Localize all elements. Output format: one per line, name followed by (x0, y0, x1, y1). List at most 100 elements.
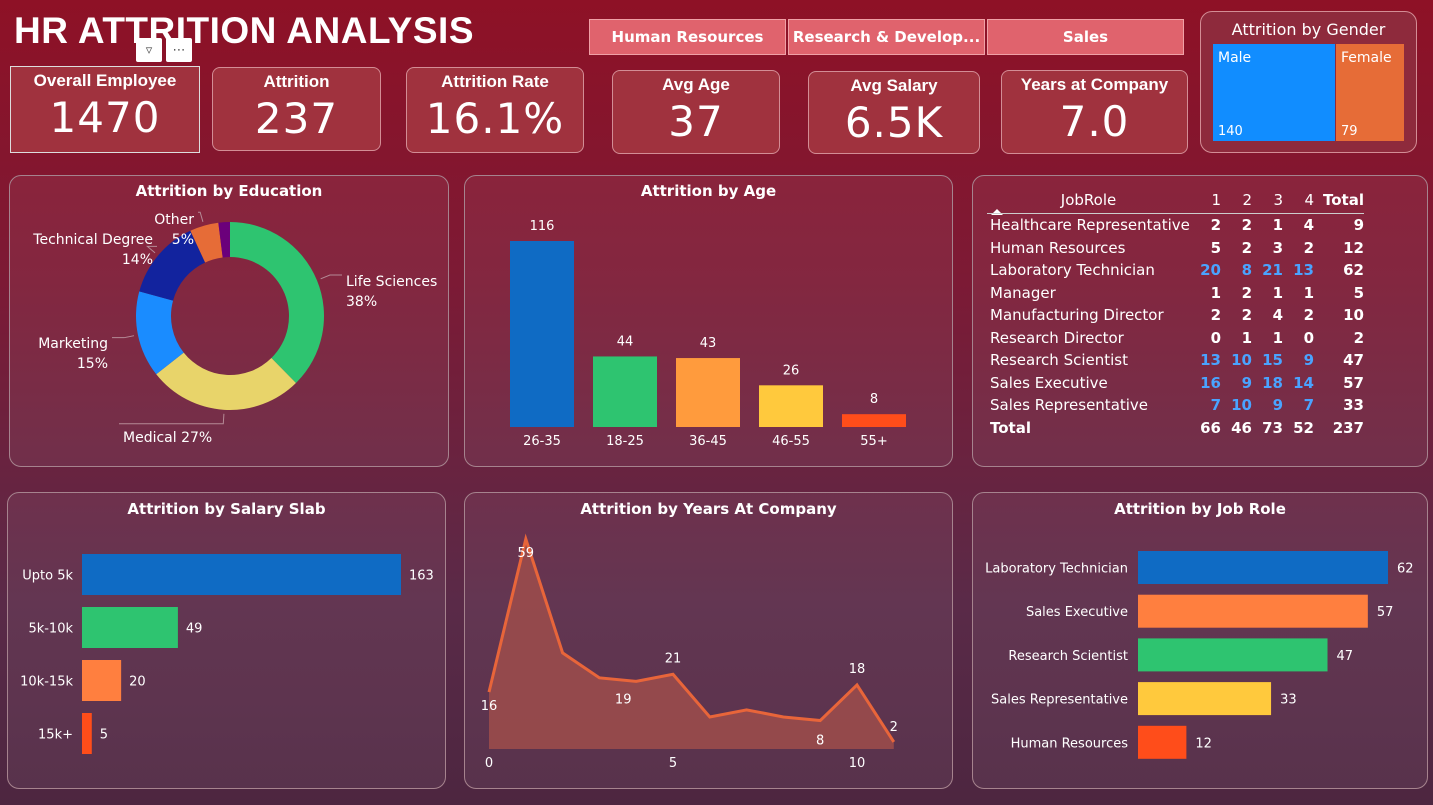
jobrole-bar (1138, 551, 1388, 584)
matrix-value-cell: 2 (1353, 328, 1364, 347)
salary-data-label: 163 (409, 569, 434, 584)
more-options-icon[interactable]: ⋯ (166, 38, 192, 62)
visual-header-icons: ▿ ⋯ (136, 38, 192, 62)
age-data-label: 44 (617, 334, 634, 349)
salary-data-label: 49 (186, 622, 203, 637)
age-tick-label: 55+ (860, 434, 887, 449)
gender-value: 140 (1218, 124, 1243, 139)
matrix-value-cell: 8 (1241, 261, 1252, 280)
matrix-row[interactable]: Manager 1 2 1 1 5 (987, 282, 1364, 305)
years-data-label: 8 (816, 734, 824, 749)
matrix-row[interactable]: Sales Representative 7 10 9 7 33 (987, 394, 1364, 417)
education-leader-line (320, 274, 342, 280)
matrix-header[interactable]: 3 (1252, 187, 1283, 214)
jobrole-tick-label: Sales Executive (1026, 605, 1128, 620)
matrix-value-cell: 46 (1231, 418, 1252, 437)
matrix-value-cell: 5 (1353, 283, 1364, 302)
matrix-value-cell: 0 (1303, 328, 1314, 347)
matrix-row[interactable]: Laboratory Technician 20 8 21 13 62 (987, 259, 1364, 282)
matrix-row[interactable]: Research Director 0 1 1 0 2 (987, 327, 1364, 350)
matrix-value-cell: 12 (1343, 238, 1364, 257)
jobrole-data-label: 33 (1280, 693, 1297, 708)
matrix-value-cell: 13 (1200, 351, 1221, 370)
kpi-attrition-rate[interactable]: Attrition Rate 16.1% (406, 67, 584, 153)
slicer-research-development[interactable]: Research & Develop... (788, 19, 985, 55)
age-data-label: 8 (870, 392, 878, 407)
matrix-value-cell: 5 (1210, 238, 1221, 257)
education-donut-chart: Life Sciences 38% Medical 27% Marketing 15% T… (32, 211, 437, 446)
matrix-value-cell: 66 (1200, 418, 1221, 437)
matrix-value-cell: 10 (1343, 306, 1364, 325)
matrix-value-cell: 2 (1303, 238, 1314, 257)
matrix-header[interactable]: 2 (1221, 187, 1252, 214)
slicer-sales[interactable]: Sales (987, 19, 1184, 55)
matrix-value-cell: 2 (1241, 216, 1252, 235)
years-panel: Attrition by Years At Company 16 59 19 21 8 1… (464, 492, 953, 789)
salary-tick-label: 15k+ (38, 728, 73, 743)
slicer-human-resources[interactable]: Human Resources (589, 19, 786, 55)
jobrole-matrix: JobRole 1 2 3 4 Total Healthcare Represe… (987, 187, 1364, 439)
years-tick-label: 10 (849, 756, 866, 771)
matrix-role-cell: Total (990, 418, 1031, 437)
kpi-years-at-company[interactable]: Years at Company 7.0 (1001, 70, 1188, 154)
salary-tick-label: 5k-10k (28, 622, 73, 637)
matrix-header[interactable]: 1 (1190, 187, 1221, 214)
kpi-value: 7.0 (1059, 97, 1130, 146)
gender-name: Male (1218, 50, 1252, 66)
jobrole-tick-label: Research Scientist (1008, 649, 1128, 664)
jobrole-bar-chart: 62 Laboratory Technician 57 Sales Executive… (985, 551, 1414, 759)
education-data-label: 38% (346, 294, 377, 310)
jobrole-bar (1138, 638, 1328, 672)
salary-tick-label: Upto 5k (22, 569, 73, 584)
matrix-value-cell: 1 (1272, 216, 1283, 235)
matrix-role-cell: Manufacturing Director (990, 306, 1164, 325)
gender-female-tile[interactable]: Female 79 (1336, 44, 1404, 141)
years-data-label: 19 (615, 692, 632, 707)
matrix-role-cell: Laboratory Technician (990, 261, 1155, 280)
years-data-label: 59 (518, 546, 535, 561)
education-leader-line (119, 413, 225, 425)
kpi-attrition[interactable]: Attrition 237 (212, 67, 381, 151)
matrix-header[interactable]: 4 (1283, 187, 1314, 214)
matrix-row[interactable]: Manufacturing Director 2 2 4 2 10 (987, 304, 1364, 327)
jobrole-data-label: 62 (1397, 562, 1414, 577)
kpi-avg-age[interactable]: Avg Age 37 (612, 70, 780, 154)
years-tick-label: 0 (485, 756, 493, 771)
age-data-label: 43 (700, 336, 717, 351)
kpi-value: 237 (254, 94, 339, 143)
matrix-value-cell: 62 (1343, 261, 1364, 280)
matrix-total-row[interactable]: Total 66 46 73 52 237 (987, 417, 1364, 440)
matrix-row[interactable]: Sales Executive 16 9 18 14 57 (987, 372, 1364, 395)
kpi-value: 6.5K (844, 98, 944, 147)
matrix-value-cell: 1 (1210, 283, 1221, 302)
matrix-header-total[interactable]: Total (1314, 187, 1364, 214)
matrix-row[interactable]: Healthcare Representative 2 2 1 4 9 (987, 214, 1364, 237)
matrix-value-cell: 57 (1343, 373, 1364, 392)
age-bar (593, 356, 657, 427)
matrix-value-cell: 2 (1210, 216, 1221, 235)
age-bar (842, 414, 906, 427)
filter-icon[interactable]: ▿ (136, 38, 162, 62)
matrix-value-cell: 52 (1293, 418, 1314, 437)
matrix-row[interactable]: Human Resources 5 2 3 2 12 (987, 237, 1364, 260)
years-data-label: 2 (890, 720, 898, 735)
matrix-value-cell: 1 (1303, 283, 1314, 302)
age-data-label: 26 (783, 363, 800, 378)
kpi-value: 37 (668, 97, 724, 146)
age-tick-label: 46-55 (772, 434, 810, 449)
salary-bar (82, 607, 178, 648)
gender-male-tile[interactable]: Male 140 (1213, 44, 1335, 141)
kpi-label: Avg Salary (850, 76, 938, 95)
age-bar (676, 358, 740, 427)
kpi-label: Attrition (263, 72, 330, 91)
matrix-header-jobrole[interactable]: JobRole (987, 187, 1190, 214)
kpi-overall-employee[interactable]: Overall Employee 1470 (10, 66, 200, 153)
matrix-value-cell: 1 (1272, 283, 1283, 302)
matrix-row[interactable]: Research Scientist 13 10 15 9 47 (987, 349, 1364, 372)
jobrole-bar (1138, 682, 1272, 716)
gender-name: Female (1341, 50, 1392, 66)
dashboard-title: HR ATTRITION ANALYSIS (14, 10, 474, 51)
kpi-avg-salary[interactable]: Avg Salary 6.5K (808, 71, 980, 154)
kpi-value: 1470 (49, 93, 161, 142)
matrix-value-cell: 9 (1303, 351, 1314, 370)
